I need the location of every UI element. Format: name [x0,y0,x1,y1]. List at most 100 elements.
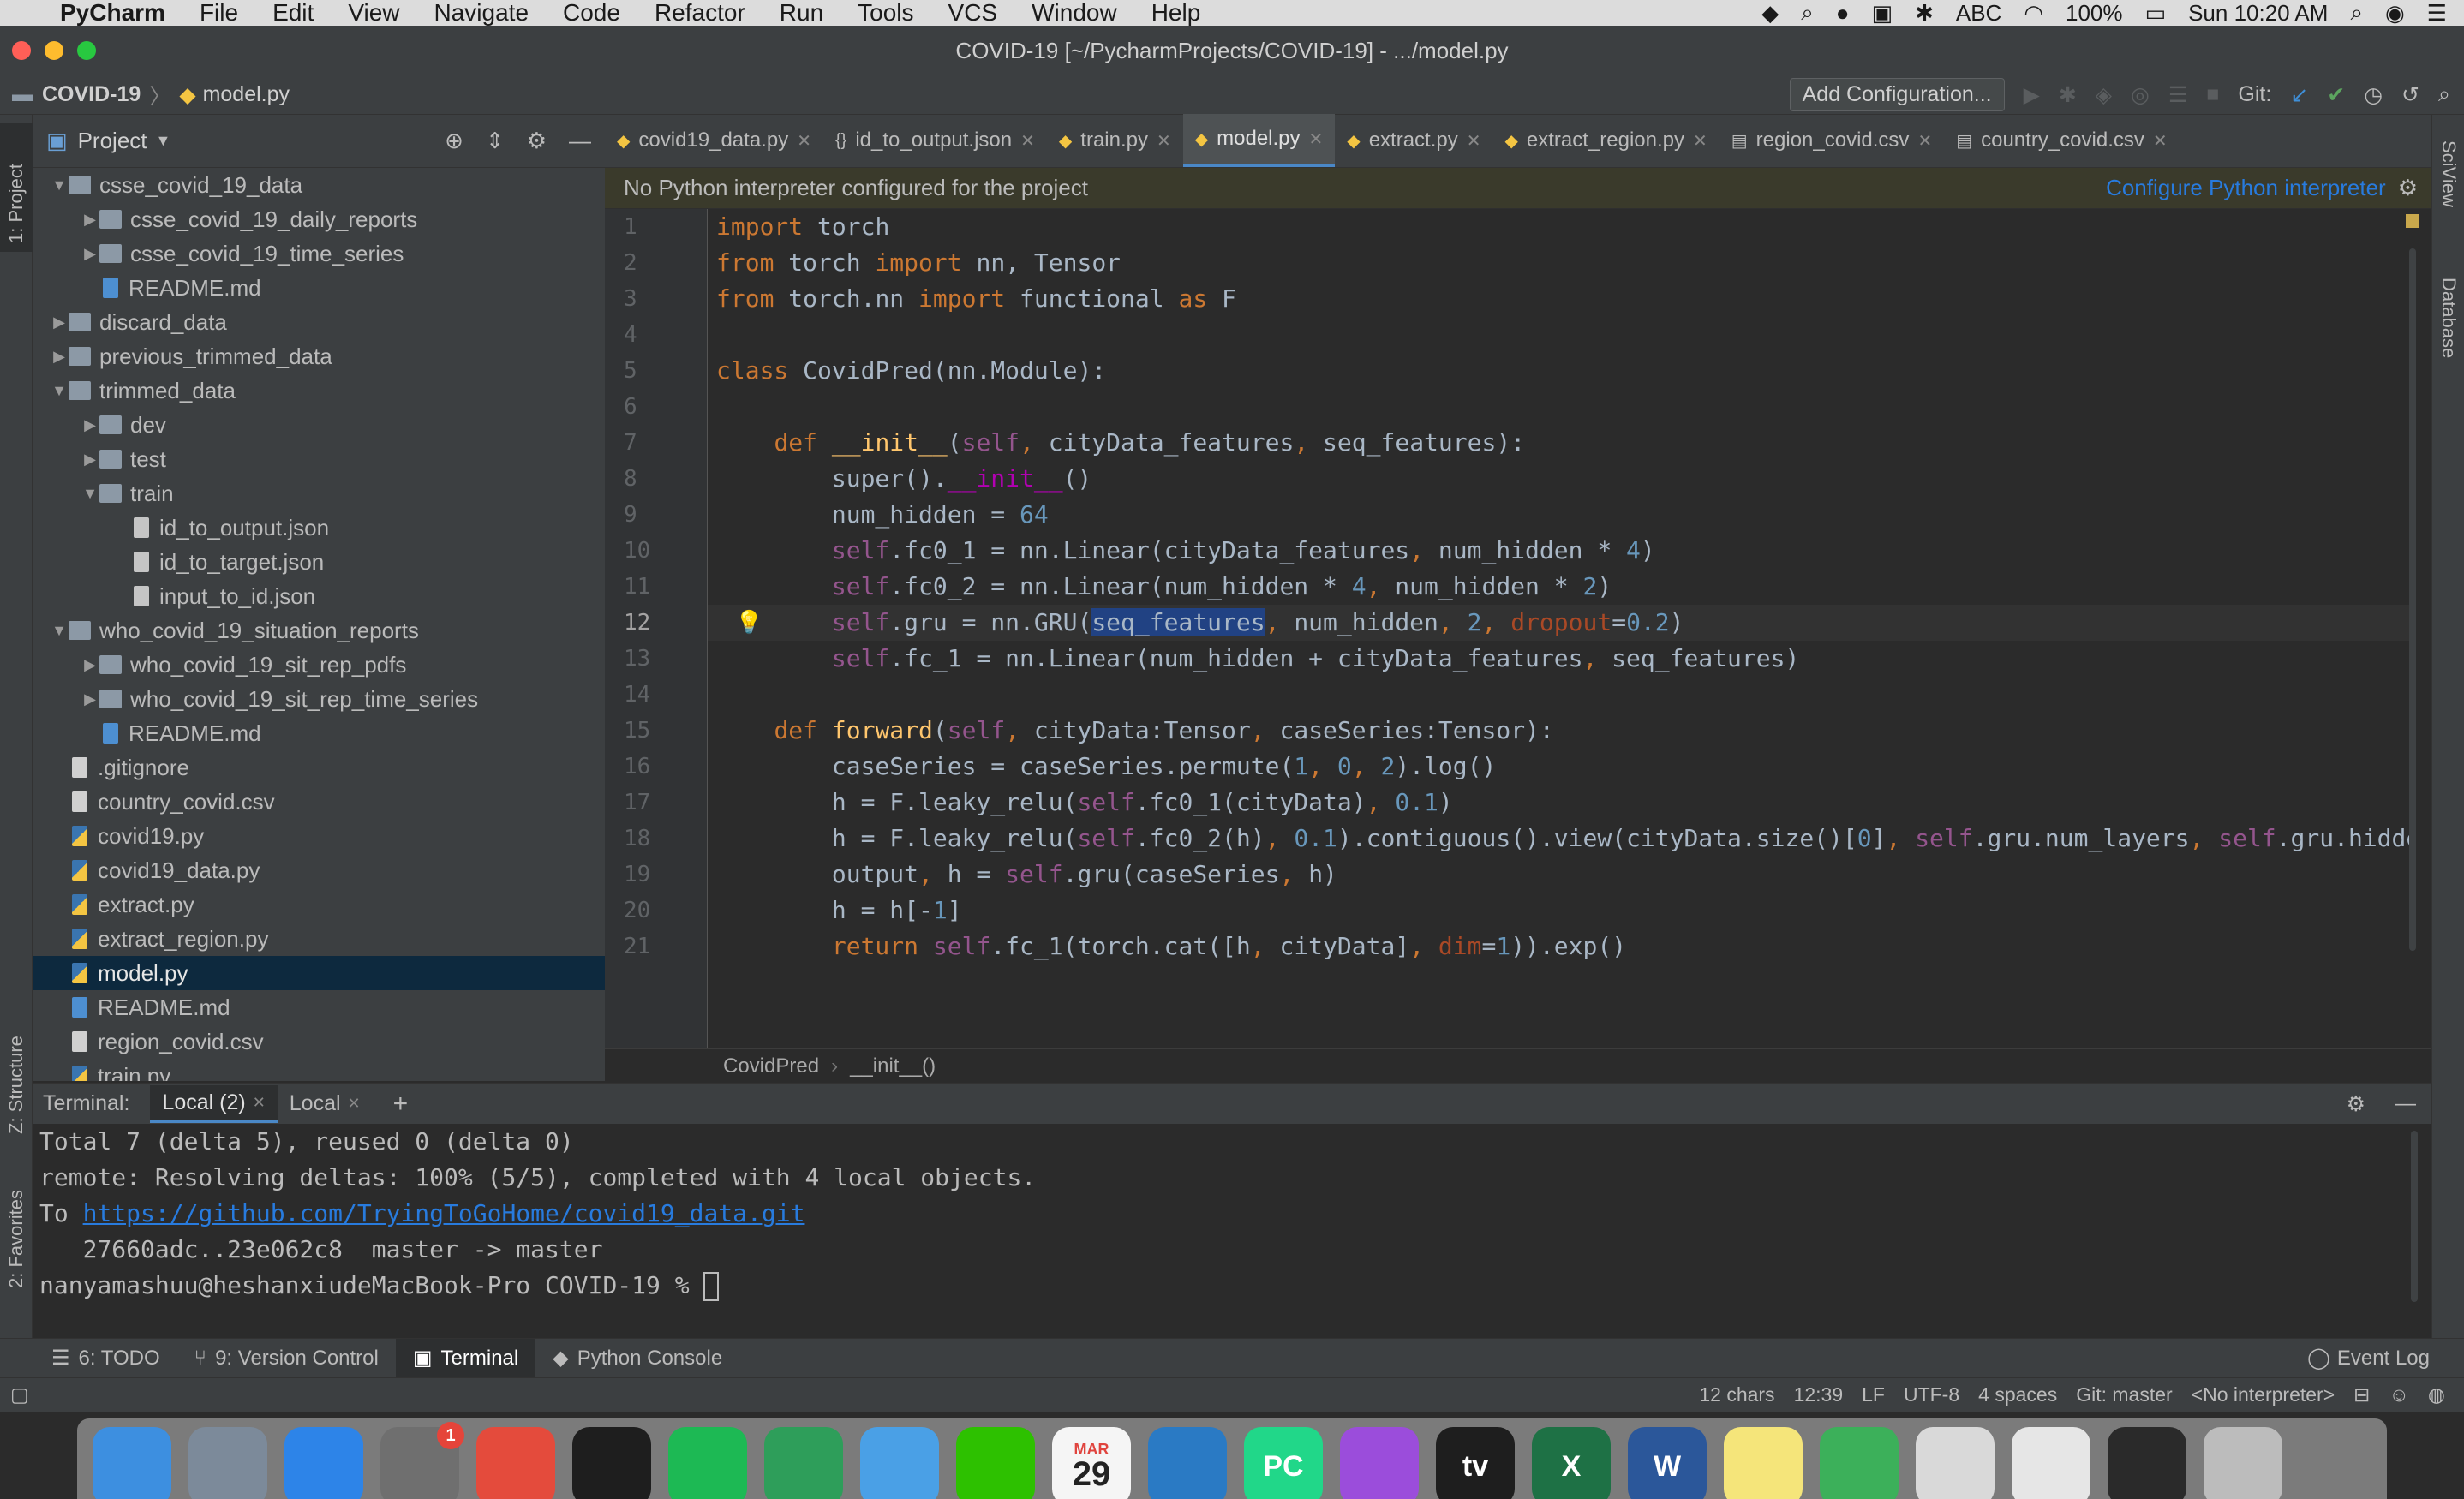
tree-item[interactable]: covid19.py [33,819,605,853]
chevron-down-icon[interactable]: ▼ [156,132,171,150]
menu-tools[interactable]: Tools [858,0,913,26]
tree-item[interactable]: ▼ trimmed_data [33,373,605,408]
apple-tv-icon[interactable]: tv [1436,1427,1515,1499]
zoom-window-button[interactable] [77,41,96,60]
concurrency-icon[interactable]: ☰ [2168,82,2187,108]
bottom-tab[interactable]: ◆ Python Console [535,1339,739,1378]
notes-icon[interactable] [1724,1427,1803,1499]
git-update-icon[interactable]: ↙ [2290,82,2308,108]
chevron-right-icon[interactable]: ▶ [81,451,99,469]
menu-help[interactable]: Help [1151,0,1201,26]
close-icon[interactable]: ✕ [1917,130,1932,152]
bluetooth-icon[interactable]: ✱ [1915,0,1934,27]
event-log-button[interactable]: Event Log [2337,1347,2430,1371]
terminal-window-icon[interactable] [2108,1427,2186,1499]
code-line[interactable]: h = F.leaky_relu(self.fc0_1(cityData), 0… [708,785,2413,821]
terminal-scrollbar[interactable] [2411,1131,2418,1302]
editor-tab[interactable]: {} id_to_output.json ✕ [823,114,1047,167]
editor-tab[interactable]: ◆ covid19_data.py ✕ [605,114,823,167]
tree-item[interactable]: ▶ csse_covid_19_time_series [33,236,605,271]
chevron-right-icon[interactable]: ▶ [50,348,69,366]
tree-item[interactable]: input_to_id.json [33,579,605,613]
close-icon[interactable]: ✕ [1157,130,1171,152]
status-interpreter[interactable]: <No interpreter> [2192,1383,2335,1406]
bottom-tab[interactable]: ☰ 6: TODO [34,1339,177,1378]
excel-icon[interactable]: X [1532,1427,1611,1499]
spotify-icon[interactable] [668,1427,747,1499]
tree-item[interactable]: covid19_data.py [33,853,605,887]
wechat-icon[interactable] [956,1427,1035,1499]
code-line[interactable]: h = F.leaky_relu(self.fc0_2(h), 0.1).con… [708,821,2413,857]
tree-item[interactable]: ▶ who_covid_19_sit_rep_pdfs [33,648,605,682]
battery-icon[interactable]: ▭ [2145,0,2167,27]
code-line[interactable]: super().__init__() [708,461,2413,497]
structure-tool-tab[interactable]: Z: Structure [5,1036,27,1134]
breadcrumb-method[interactable]: __init__() [850,1054,936,1078]
code-line[interactable]: from torch import nn, Tensor [708,245,2413,281]
add-configuration-button[interactable]: Add Configuration... [1789,78,2005,111]
battery-percent[interactable]: 100% [2066,0,2123,27]
menu-file[interactable]: File [200,0,238,26]
menu-pycharm[interactable]: PyCharm [60,0,165,26]
preview-icon[interactable] [1916,1427,1995,1499]
git-history-icon[interactable]: ◷ [2364,82,2383,108]
hide-panel-icon[interactable]: — [569,128,591,154]
tree-item[interactable]: id_to_output.json [33,511,605,545]
terminal-output[interactable]: Total 7 (delta 5), reused 0 (delta 0) re… [33,1124,2431,1338]
memory-icon[interactable]: ◍ [2428,1383,2445,1406]
tree-item[interactable]: ▶ discard_data [33,305,605,339]
bottom-tab[interactable]: ⑂ 9: Version Control [177,1339,396,1378]
gear-icon[interactable]: ⚙ [527,128,547,154]
chevron-down-icon[interactable]: ▼ [50,382,69,400]
code-line[interactable] [708,317,2413,353]
sciview-tool-tab[interactable]: SciView [2437,140,2460,207]
search-icon[interactable]: ⌕ [1801,0,1814,27]
clock[interactable]: Sun 10:20 AM [2188,0,2328,27]
notification-center-icon[interactable]: ☰ [2427,0,2447,27]
tree-item[interactable]: ▼ who_covid_19_situation_reports [33,613,605,648]
locate-icon[interactable]: ⊕ [445,128,463,154]
repo-url-link[interactable]: https://github.com/TryingToGoHome/covid1… [83,1199,805,1227]
menu-vcs[interactable]: VCS [948,0,998,26]
minimize-window-button[interactable] [45,41,63,60]
vscode-icon[interactable] [1148,1427,1227,1499]
siri-icon[interactable]: ◉ [2385,0,2405,27]
finder-icon[interactable] [93,1427,171,1499]
close-icon[interactable]: ✕ [1467,130,1481,152]
editor-tab[interactable]: ▤ country_covid.csv ✕ [1944,114,2179,167]
tree-item[interactable]: ▼ csse_covid_19_data [33,168,605,202]
tree-item[interactable]: ▶ previous_trimmed_data [33,339,605,373]
code-line[interactable]: from torch.nn import functional as F [708,281,2413,317]
code-line[interactable] [708,677,2413,713]
gear-icon[interactable]: ⚙ [2347,1091,2365,1117]
tree-item[interactable]: README.md [33,271,605,305]
editor-scrollbar[interactable] [2409,248,2416,951]
chevron-right-icon[interactable]: ▶ [81,690,99,708]
favorites-tool-tab[interactable]: 2: Favorites [5,1190,27,1288]
hide-panel-icon[interactable]: — [2395,1091,2416,1116]
menu-edit[interactable]: Edit [272,0,314,26]
close-icon[interactable]: ✕ [253,1094,266,1112]
close-icon[interactable]: ✕ [1693,130,1707,152]
run-icon[interactable]: ▶ [2024,82,2040,108]
editor-tab[interactable]: ◆ model.py ✕ [1182,114,1336,167]
code-line[interactable]: caseSeries = caseSeries.permute(1, 0, 2)… [708,749,2413,785]
toggle-tool-windows-icon[interactable]: ▢ [10,1383,29,1406]
code-line[interactable]: def forward(self, cityData:Tensor, caseS… [708,713,2413,749]
editor-tab[interactable]: ◆ train.py ✕ [1047,114,1183,167]
configure-interpreter-link[interactable]: Configure Python interpreter [2106,175,2386,201]
chevron-right-icon[interactable]: ▶ [81,211,99,229]
close-icon[interactable]: ✕ [2153,130,2168,152]
git-commit-icon[interactable]: ✔ [2327,82,2345,108]
project-tool-tab[interactable]: 1: Project [5,164,27,243]
code-line[interactable] [708,389,2413,425]
wechat-icon[interactable]: ● [1836,0,1850,27]
code-line[interactable]: num_hidden = 64 [708,497,2413,533]
calendar-icon[interactable]: MAR 29 [1052,1427,1131,1499]
breadcrumb-class[interactable]: CovidPred [723,1054,819,1078]
inspector-icon[interactable]: ☺ [2389,1383,2408,1406]
editor-tab[interactable]: ▤ region_covid.csv ✕ [1719,114,1944,167]
chevron-down-icon[interactable]: ▼ [50,176,69,194]
chevron-down-icon[interactable]: ▼ [50,622,69,640]
code-line[interactable]: output, h = self.gru(caseSeries, h) [708,857,2413,893]
